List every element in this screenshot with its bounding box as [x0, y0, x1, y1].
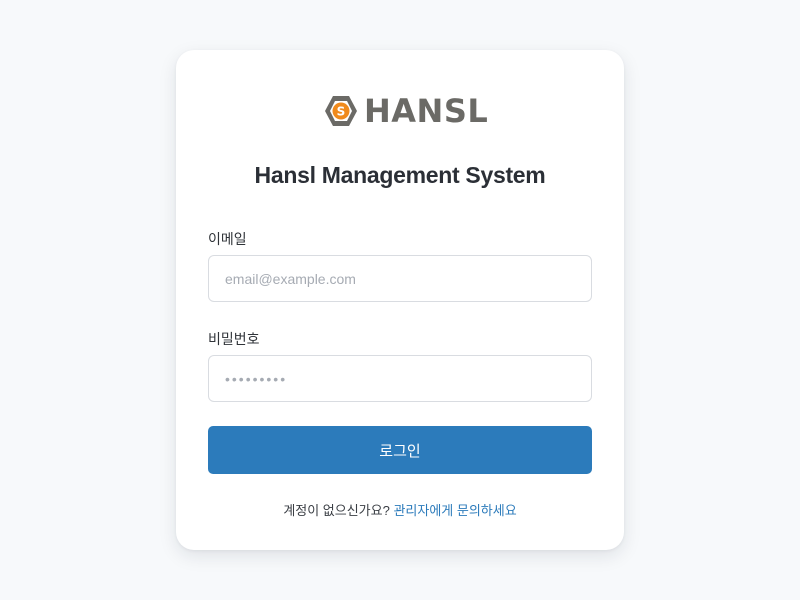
login-button[interactable]: 로그인: [208, 426, 592, 474]
email-label: 이메일: [208, 231, 247, 247]
signup-hint: 계정이 없으신가요? 관리자에게 문의하세요: [176, 500, 624, 519]
contact-admin-link[interactable]: 관리자에게 문의하세요: [393, 503, 516, 518]
brand-logo: S HANSL: [324, 94, 488, 128]
password-label: 비밀번호: [208, 331, 260, 347]
no-account-text: 계정이 없으신가요?: [283, 503, 390, 518]
hexagon-s-coin-icon: S: [324, 94, 358, 128]
brand-name: HANSL: [364, 92, 489, 130]
login-card: S HANSL Hansl Management System 이메일 비밀번호…: [176, 50, 624, 550]
svg-text:S: S: [337, 105, 346, 119]
page-title: Hansl Management System: [254, 162, 546, 188]
email-input[interactable]: [208, 255, 592, 302]
password-input[interactable]: [208, 355, 592, 402]
